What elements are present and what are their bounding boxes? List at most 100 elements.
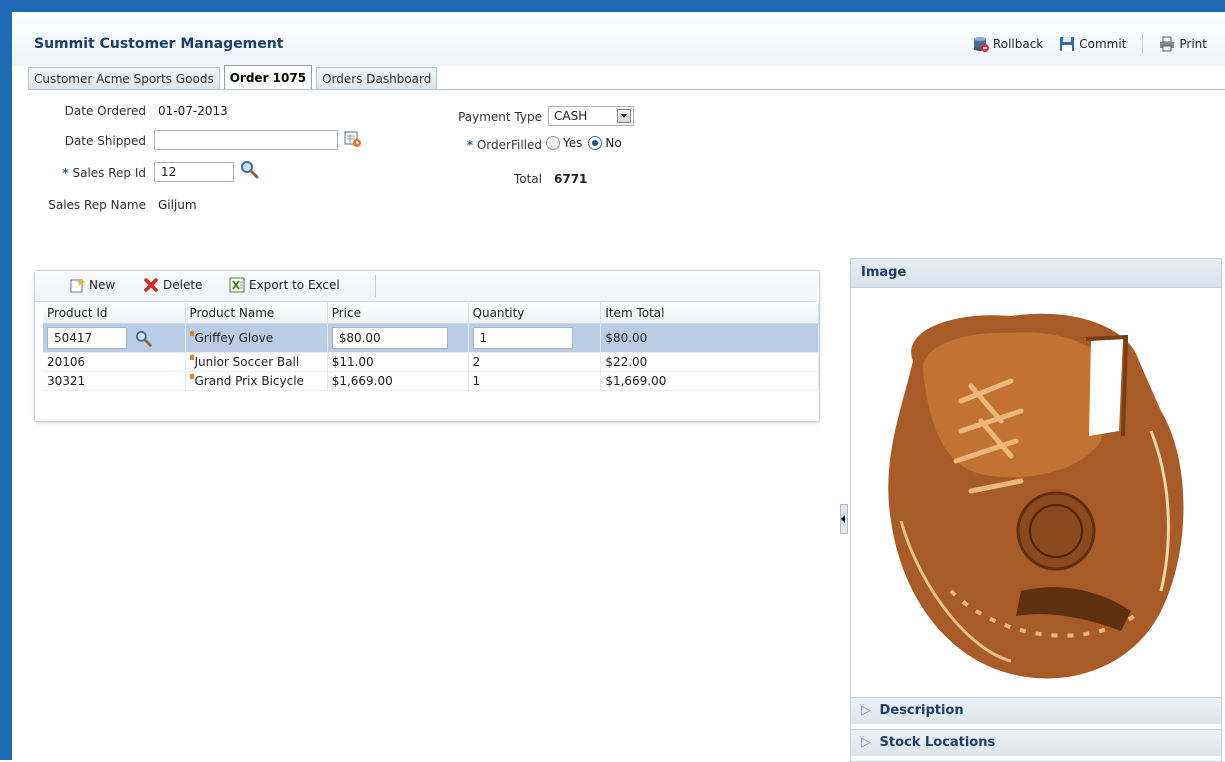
title-bar: Summit Customer Management Rollback Comm… — [12, 12, 1225, 66]
column-header-product-name[interactable]: Product Name — [185, 303, 328, 324]
order-filled-label-text: OrderFilled — [476, 138, 542, 152]
search-icon[interactable] — [240, 160, 259, 179]
payment-type-select[interactable]: CASH — [548, 106, 634, 126]
sales-rep-id-label: * Sales Rep Id — [22, 166, 146, 180]
new-button[interactable]: New — [69, 277, 115, 293]
column-header-product-id[interactable]: Product Id — [43, 303, 186, 324]
quantity-input[interactable]: 1 — [472, 327, 573, 349]
print-label: Print — [1179, 37, 1207, 51]
total-label: Total — [513, 172, 542, 186]
item-total-cell: $1,669.00 — [600, 371, 819, 391]
changed-marker — [189, 355, 194, 360]
table-row[interactable]: 30321 Grand Prix Bicycle $1,669.00 1 $1,… — [43, 371, 819, 391]
tab-order[interactable]: Order 1075 — [223, 65, 313, 90]
panel-splitter-handle[interactable] — [840, 504, 848, 534]
quantity-cell: 1 — [468, 371, 602, 391]
product-image — [861, 291, 1211, 691]
app-window: Summit Customer Management Rollback Comm… — [12, 12, 1225, 762]
table-row[interactable]: 20106 Junior Soccer Ball $11.00 2 $22.00 — [43, 352, 819, 372]
product-name-cell: Junior Soccer Ball — [185, 352, 328, 372]
calendar-icon[interactable] — [344, 130, 361, 147]
price-input[interactable]: $80.00 — [331, 327, 448, 349]
column-header-item-total[interactable]: Item Total — [600, 303, 819, 324]
grid-toolbar: New Delete Export to Excel — [35, 271, 817, 302]
dropdown-arrow-icon — [617, 109, 631, 123]
tab-bar: Customer Acme Sports Goods Order 1075 Or… — [28, 64, 441, 90]
order-items-panel: New Delete Export to Excel Product Id Pr… — [34, 270, 820, 422]
payment-type-label: Payment Type — [458, 110, 542, 124]
product-name-text: Griffey Glove — [194, 331, 274, 345]
database-rollback-icon — [973, 36, 989, 52]
order-filled-label: * OrderFilled — [402, 138, 542, 152]
commit-button[interactable]: Commit — [1059, 36, 1126, 52]
product-id-cell: 20106 — [43, 352, 186, 372]
price-cell: $80.00 — [327, 323, 469, 353]
sales-rep-id-label-text: Sales Rep Id — [72, 166, 146, 180]
delete-x-icon — [143, 277, 159, 293]
tab-customer[interactable]: Customer Acme Sports Goods — [28, 67, 220, 90]
delete-button[interactable]: Delete — [143, 277, 202, 293]
item-total-cell: $80.00 — [600, 323, 819, 353]
changed-marker — [189, 374, 194, 379]
table-header-row: Product Id Product Name Price Quantity I… — [43, 303, 819, 324]
window-frame-left — [0, 0, 12, 760]
item-total-cell: $22.00 — [600, 352, 819, 372]
date-ordered-value: 01-07-2013 — [158, 104, 228, 118]
printer-icon — [1159, 36, 1175, 52]
quantity-cell: 1 — [468, 323, 602, 353]
sales-rep-id-field[interactable]: 12 — [154, 162, 234, 182]
column-header-quantity[interactable]: Quantity — [468, 303, 602, 324]
order-filled-radio-group: Yes No — [546, 136, 622, 150]
tab-divider — [28, 89, 1225, 90]
commit-label: Commit — [1079, 37, 1127, 51]
product-id-input[interactable]: 50417 — [47, 327, 127, 349]
column-header-price[interactable]: Price — [327, 303, 469, 324]
table-row[interactable]: 50417 Griffey Glove $80.00 1 $80.00 — [43, 323, 819, 353]
excel-export-icon — [229, 277, 245, 293]
date-ordered-label: Date Ordered — [64, 104, 146, 118]
product-name-cell: Grand Prix Bicycle — [185, 371, 328, 391]
rollback-button[interactable]: Rollback — [973, 36, 1043, 52]
changed-marker — [189, 331, 194, 336]
search-icon[interactable] — [135, 330, 152, 347]
order-filled-no-radio[interactable] — [588, 136, 603, 150]
quantity-cell: 2 — [468, 352, 602, 372]
toolbar-separator — [1142, 34, 1144, 54]
tab-orders-dashboard[interactable]: Orders Dashboard — [316, 67, 438, 90]
image-section-header[interactable]: Image — [851, 259, 1221, 288]
chevron-right-icon: ▷ — [861, 703, 871, 718]
main-toolbar: Rollback Commit Print — [957, 34, 1207, 54]
product-name-cell: Griffey Glove — [185, 323, 328, 353]
payment-type-value: CASH — [554, 109, 588, 123]
order-filled-no-label: No — [605, 136, 622, 150]
product-detail-panel: Image ▷ Description ▷ Stock Locations — [850, 258, 1222, 762]
required-marker: * — [466, 138, 474, 152]
print-button[interactable]: Print — [1159, 36, 1207, 52]
delete-label: Delete — [163, 278, 203, 292]
stock-locations-section-header[interactable]: ▷ Stock Locations — [851, 729, 1221, 756]
required-marker: * — [62, 166, 69, 180]
new-record-icon — [69, 277, 85, 293]
description-section-header[interactable]: ▷ Description — [851, 697, 1221, 724]
price-cell: $1,669.00 — [327, 371, 469, 391]
total-value: 6771 — [554, 172, 588, 186]
product-name-text: Grand Prix Bicycle — [194, 374, 304, 388]
rollback-label: Rollback — [992, 37, 1044, 51]
product-id-cell: 50417 — [43, 323, 186, 353]
save-icon — [1059, 36, 1075, 52]
export-to-excel-button[interactable]: Export to Excel — [229, 277, 340, 293]
order-items-table: Product Id Product Name Price Quantity I… — [43, 303, 819, 391]
order-filled-yes-label: Yes — [563, 136, 583, 150]
grid-toolbar-separator — [375, 275, 376, 297]
description-label: Description — [879, 703, 964, 718]
date-shipped-field[interactable] — [154, 130, 338, 150]
app-title: Summit Customer Management — [34, 36, 284, 52]
date-shipped-label: Date Shipped — [64, 134, 146, 148]
price-cell: $11.00 — [327, 352, 469, 372]
chevron-right-icon: ▷ — [861, 735, 871, 750]
sales-rep-name-label: Sales Rep Name — [48, 198, 146, 212]
order-filled-yes-radio[interactable] — [546, 136, 560, 150]
product-name-text: Junior Soccer Ball — [194, 355, 300, 369]
new-label: New — [89, 278, 116, 292]
sales-rep-name-value: Giljum — [158, 198, 197, 212]
